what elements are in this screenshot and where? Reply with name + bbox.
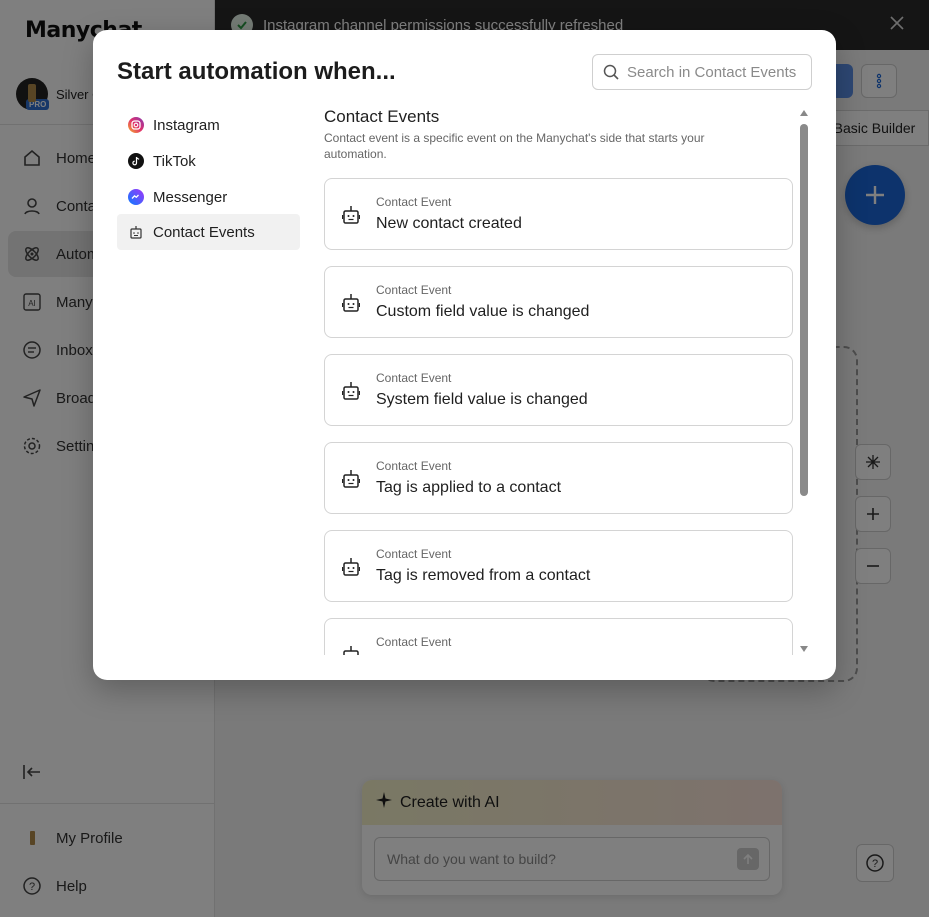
search-icon	[603, 64, 619, 80]
scroll-down-arrow-icon[interactable]	[800, 646, 808, 652]
event-card-tag-removed[interactable]: Contact Event Tag is removed from a cont…	[324, 530, 793, 602]
bot-icon	[341, 293, 361, 318]
bot-icon	[341, 381, 361, 406]
search-field[interactable]	[592, 54, 812, 90]
modal-title: Start automation when...	[117, 58, 396, 85]
event-card-custom-field[interactable]: Contact Event Custom field value is chan…	[324, 266, 793, 338]
bot-icon	[341, 469, 361, 494]
event-name: Custom field value is changed	[376, 303, 590, 320]
event-name: Tag is applied to a contact	[376, 479, 562, 496]
scroll-up-arrow-icon[interactable]	[800, 110, 808, 116]
event-kicker: Contact Event	[376, 635, 452, 649]
event-card-new-contact[interactable]: Contact Event New contact created	[324, 178, 793, 250]
channel-label: Instagram	[153, 116, 220, 134]
event-card-tag-applied[interactable]: Contact Event Tag is applied to a contac…	[324, 442, 793, 514]
event-card-system-field[interactable]: Contact Event System field value is chan…	[324, 354, 793, 426]
event-kicker: Contact Event	[376, 547, 452, 561]
channel-contact-events[interactable]: Contact Events	[117, 214, 300, 250]
event-kicker: Contact Event	[376, 459, 452, 473]
channel-label: Messenger	[153, 188, 228, 206]
bot-icon	[341, 205, 361, 230]
section-title: Contact Events	[324, 107, 440, 126]
bot-icon	[341, 557, 361, 582]
event-kicker: Contact Event	[376, 195, 452, 209]
channel-label: TikTok	[153, 152, 196, 170]
search-input[interactable]	[627, 63, 797, 81]
event-kicker: Contact Event	[376, 283, 452, 297]
bot-icon	[342, 645, 360, 655]
channel-tiktok[interactable]: TikTok	[117, 143, 300, 179]
event-name: System field value is changed	[376, 391, 588, 408]
instagram-icon	[128, 117, 144, 133]
channel-messenger[interactable]: Messenger	[117, 179, 300, 215]
channel-instagram[interactable]: Instagram	[117, 107, 300, 143]
event-kicker: Contact Event	[376, 371, 452, 385]
channel-label: Contact Events	[153, 223, 255, 241]
event-card-partial[interactable]: Contact Event	[324, 618, 793, 655]
bot-icon	[128, 224, 144, 240]
event-name: New contact created	[376, 215, 522, 232]
scrollbar-thumb[interactable]	[800, 124, 808, 496]
event-list: Contact Event New contact created Contac…	[324, 178, 794, 655]
section-description: Contact event is a specific event on the…	[324, 131, 705, 161]
tiktok-icon	[128, 153, 144, 169]
event-name: Tag is removed from a contact	[376, 567, 591, 584]
start-automation-modal: Start automation when... Instagram TikTo…	[93, 30, 836, 680]
messenger-icon	[128, 189, 144, 205]
